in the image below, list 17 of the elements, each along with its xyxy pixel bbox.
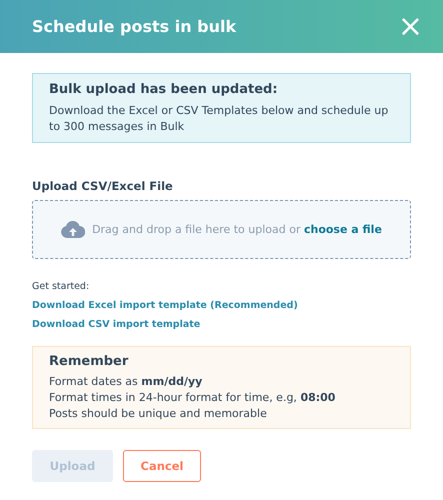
close-button[interactable]: × xyxy=(394,12,427,42)
download-template-link[interactable]: Download CSV import template xyxy=(32,319,200,330)
remember-line: Format times in 24-hour format for time, e.g, 08:00 xyxy=(49,390,336,406)
download-template-link[interactable]: Download Excel import template (Recommended) xyxy=(32,300,298,311)
remember-title: Remember xyxy=(49,354,130,369)
notice-text: Download the Excel or CSV Templates below and schedule up to 300 messages in Bulk xyxy=(49,103,390,135)
cloud-upload-icon xyxy=(61,221,86,238)
remember-line: Posts should be unique and memorable xyxy=(49,406,268,422)
drop-zone[interactable]: Drag and drop a file here to upload or choose a file xyxy=(32,200,411,259)
remember-line: Format dates as mm/dd/yy xyxy=(49,374,204,390)
get-started-label: Get started: xyxy=(32,281,90,292)
drop-instructions: Drag and drop a file here to upload or choose a file xyxy=(92,223,382,236)
window-title: Schedule posts in bulk xyxy=(32,17,236,36)
upload-label: Upload CSV/Excel File xyxy=(32,179,173,193)
notice-title: Bulk upload has been updated: xyxy=(49,82,279,97)
cancel-button[interactable]: Cancel xyxy=(123,450,201,482)
choose-file-link[interactable]: choose a file xyxy=(304,223,382,236)
